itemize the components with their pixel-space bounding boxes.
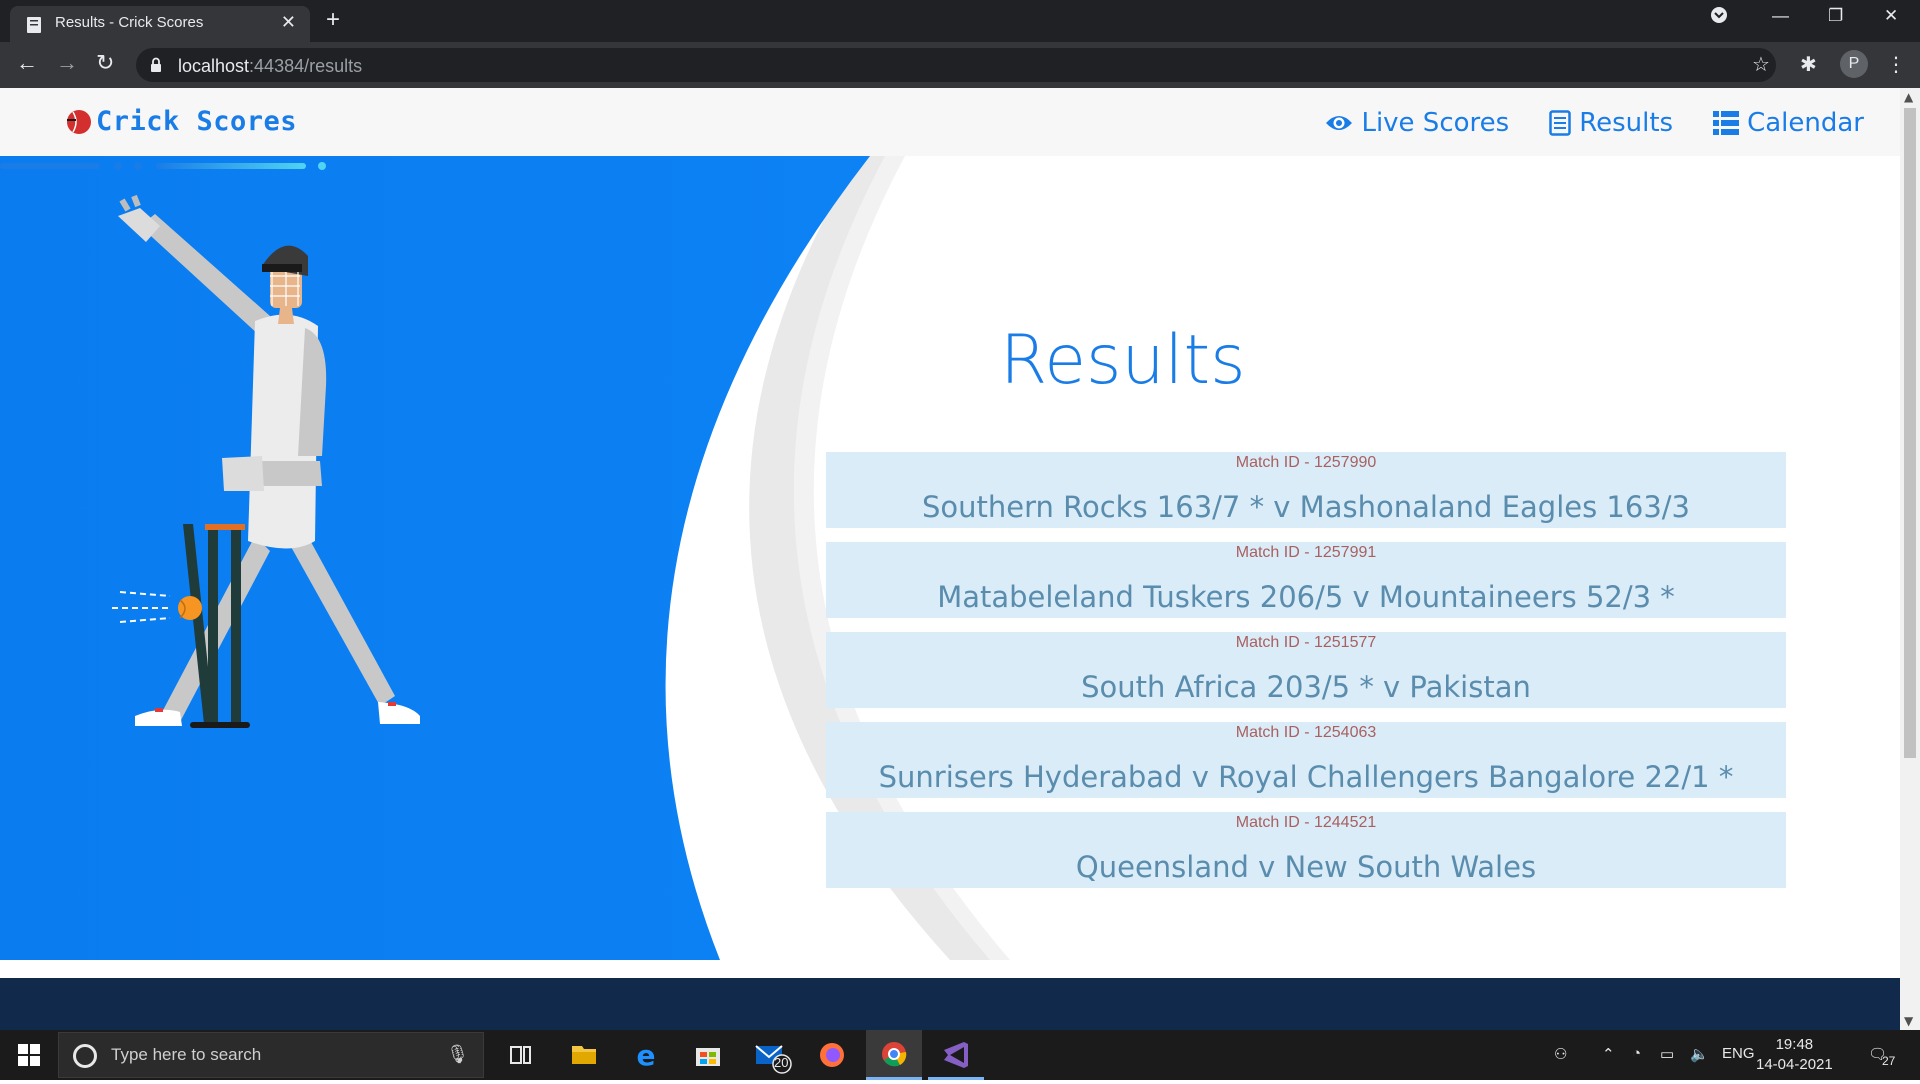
page-viewport: Crick Scores Live Scores Results Calenda… [0, 88, 1900, 1030]
clock-date: 14-04-2021 [1756, 1056, 1833, 1073]
volume-icon[interactable]: 🔈 [1690, 1045, 1709, 1063]
match-id: Match ID - 1254063 [1235, 724, 1377, 741]
hero-section: Results Match ID - 1257990 Southern Rock… [0, 156, 1900, 960]
clock-time: 19:48 [1775, 1036, 1814, 1053]
microphone-icon[interactable]: 🎙 [446, 1044, 469, 1065]
match-id: Match ID - 1244521 [1235, 814, 1377, 831]
match-card[interactable]: Match ID - 1244521 Queensland v New Sout… [826, 812, 1786, 888]
match-card[interactable]: Match ID - 1254063 Sunrisers Hyderabad v… [826, 722, 1786, 798]
edge-icon[interactable]: e [618, 1030, 674, 1080]
battery-icon[interactable]: ▭ [1660, 1045, 1674, 1063]
search-placeholder: Type here to search [111, 1045, 262, 1064]
tab-search-icon[interactable] [1710, 6, 1728, 29]
maximize-button[interactable]: ❐ [1828, 6, 1843, 26]
match-score: South Africa 203/5 * v Pakistan [1081, 670, 1531, 704]
page-scrollbar[interactable]: ▲ ▼ [1900, 88, 1920, 1030]
taskbar-search[interactable]: Type here to search 🎙 [58, 1032, 484, 1078]
new-tab-button[interactable]: + [326, 6, 340, 34]
cricket-ball-icon [67, 109, 91, 134]
cortana-icon [73, 1044, 97, 1068]
scroll-up-icon[interactable]: ▲ [1904, 90, 1913, 104]
nav-results-label: Results [1579, 108, 1674, 138]
people-icon[interactable]: ⚇ [1554, 1045, 1567, 1063]
forward-button[interactable]: → [56, 50, 78, 76]
logo-text: Crick Scores [96, 106, 298, 137]
eye-icon [1326, 116, 1353, 130]
browser-tabbar: Results - Crick Scores ✕ + — ❐ ✕ [0, 0, 1920, 42]
reload-button[interactable]: ↻ [96, 50, 114, 76]
match-score: Southern Rocks 163/7 * v Mashonaland Eag… [922, 490, 1690, 524]
match-card[interactable]: Match ID - 1251577 South Africa 203/5 * … [826, 632, 1786, 708]
file-explorer-icon[interactable] [556, 1030, 612, 1080]
menu-icon[interactable]: ⋮ [1886, 52, 1906, 76]
close-window-button[interactable]: ✕ [1884, 6, 1898, 26]
bookmark-star-icon[interactable]: ☆ [1752, 52, 1770, 76]
scrollbar-thumb[interactable] [1904, 108, 1916, 758]
match-score: Matabeleland Tuskers 206/5 v Mountaineer… [937, 580, 1675, 614]
firefox-icon[interactable] [804, 1030, 860, 1080]
svg-text:e: e [637, 1039, 656, 1072]
windows-taskbar: Type here to search 🎙 e 20 ⚇ ⌃ ◔ ▭ 🔈 ENG… [0, 1030, 1920, 1080]
profile-avatar[interactable]: P [1840, 50, 1868, 78]
nav-live-scores-label: Live Scores [1361, 108, 1510, 138]
notification-count: 27 [1882, 1054, 1896, 1068]
nav-calendar[interactable]: Calendar [1713, 108, 1864, 138]
visual-studio-icon[interactable] [928, 1030, 984, 1080]
address-bar[interactable]: localhost:44384/results [136, 48, 1776, 82]
windows-start-icon[interactable] [18, 1044, 40, 1066]
back-button[interactable]: ← [16, 50, 38, 76]
chrome-icon[interactable] [866, 1030, 922, 1080]
language-indicator[interactable]: ENG [1722, 1045, 1755, 1062]
scroll-down-icon[interactable]: ▼ [1904, 1014, 1913, 1028]
match-id: Match ID - 1251577 [1235, 634, 1377, 651]
table-list-icon [1713, 111, 1740, 135]
taskbar-clock[interactable]: 19:48 14-04-2021 [1756, 1035, 1833, 1075]
match-score: Sunrisers Hyderabad v Royal Challengers … [878, 760, 1734, 794]
task-view-icon[interactable] [492, 1030, 548, 1080]
minimize-button[interactable]: — [1772, 6, 1789, 26]
match-id: Match ID - 1257990 [1235, 454, 1377, 471]
browser-toolbar: ← → ↻ localhost:44384/results ☆ ✱ P ⋮ [0, 42, 1920, 88]
results-list: Match ID - 1257990 Southern Rocks 163/7 … [826, 452, 1786, 902]
nav-results[interactable]: Results [1549, 108, 1673, 138]
match-card[interactable]: Match ID - 1257991 Matabeleland Tuskers … [826, 542, 1786, 618]
tab-close-icon[interactable]: ✕ [281, 12, 296, 33]
match-score: Queensland v New South Wales [1075, 850, 1537, 884]
page-title: Results [1000, 321, 1246, 400]
mail-icon[interactable]: 20 [742, 1030, 798, 1080]
match-id: Match ID - 1257991 [1235, 544, 1377, 561]
tab-title: Results - Crick Scores [55, 14, 204, 31]
lock-icon [151, 57, 161, 72]
mail-badge: 20 [774, 1055, 789, 1070]
title-decoration [0, 162, 326, 170]
match-card[interactable]: Match ID - 1257990 Southern Rocks 163/7 … [826, 452, 1786, 528]
store-icon[interactable] [680, 1030, 736, 1080]
nav-live-scores[interactable]: Live Scores [1325, 108, 1509, 138]
site-navbar: Crick Scores Live Scores Results Calenda… [0, 88, 1900, 156]
list-alt-icon [1549, 110, 1571, 136]
page-icon [27, 17, 41, 33]
browser-tab[interactable]: Results - Crick Scores ✕ [10, 6, 310, 42]
extensions-icon[interactable]: ✱ [1800, 52, 1817, 76]
site-logo[interactable]: Crick Scores [64, 106, 297, 137]
show-hidden-icons-icon[interactable]: ⌃ [1602, 1045, 1615, 1063]
site-footer [0, 978, 1900, 1030]
url-text: localhost:44384/results [178, 56, 363, 76]
nav-links: Live Scores Results Calendar [1285, 108, 1864, 138]
wifi-icon[interactable]: ◔ [1632, 1045, 1641, 1062]
nav-calendar-label: Calendar [1747, 108, 1864, 138]
